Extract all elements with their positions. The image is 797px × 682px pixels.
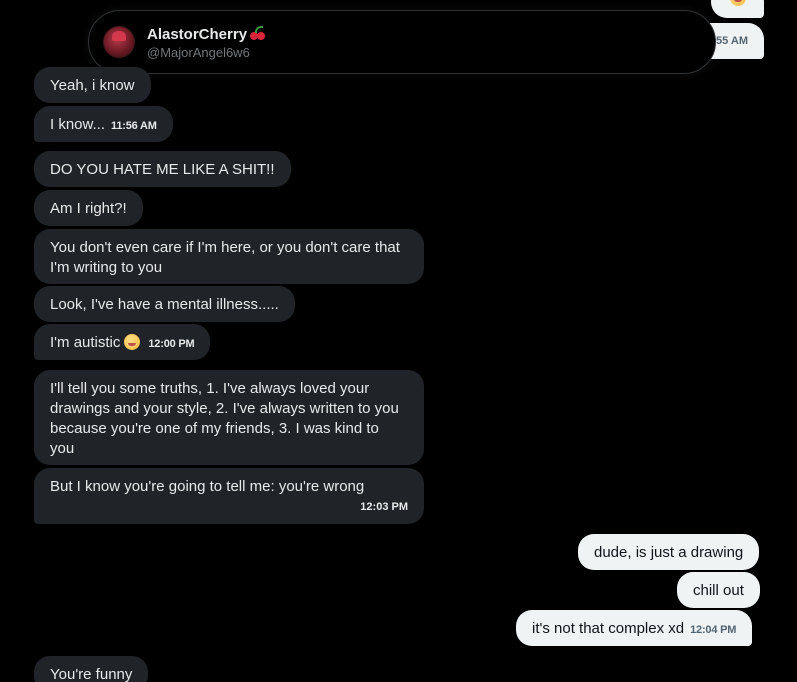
outgoing-message[interactable]: chill out: [677, 572, 760, 608]
profile-hover-card[interactable]: AlastorCherry @MajorAngel6w6: [88, 10, 716, 74]
message-text: Look, I've have a mental illness.....: [50, 296, 279, 313]
incoming-message[interactable]: Look, I've have a mental illness.....: [34, 286, 295, 322]
incoming-message[interactable]: You're funny: [34, 656, 149, 682]
incoming-message[interactable]: Am I right?!: [34, 190, 143, 226]
outgoing-message[interactable]: dude, is just a drawing: [578, 534, 760, 570]
flushed-face-icon: [124, 334, 141, 350]
profile-display-name[interactable]: AlastorCherry: [147, 26, 266, 43]
message-text: Am I right?!: [50, 200, 127, 217]
message-text-line: you: [50, 440, 75, 457]
incoming-message[interactable]: I know... 11:56 AM: [34, 106, 173, 142]
message-text: You're funny: [50, 666, 133, 682]
message-text: DO YOU HATE ME LIKE A SHIT!!: [50, 161, 275, 178]
emoji-icon: [730, 0, 746, 6]
message-text-line: I'll tell you some truths, 1. I've alway…: [50, 380, 370, 397]
incoming-message[interactable]: Yeah, i know: [34, 67, 151, 103]
incoming-message[interactable]: I'll tell you some truths, 1. I've alway…: [34, 370, 424, 465]
avatar[interactable]: [103, 26, 135, 58]
cherry-icon: [250, 26, 266, 40]
incoming-message[interactable]: I'm autistic 12:00 PM: [34, 324, 211, 360]
message-timestamp: 12:00 PM: [148, 338, 195, 350]
message-text: chill out: [693, 582, 744, 599]
message-text: But I know you're going to tell me: you'…: [50, 478, 365, 495]
display-name-text: AlastorCherry: [147, 26, 248, 43]
message-text: it's not that complex xd: [532, 620, 685, 637]
profile-handle: @MajorAngel6w6: [147, 45, 250, 60]
message-timestamp: 12:03 PM: [360, 501, 408, 513]
message-text: Yeah, i know: [50, 77, 135, 94]
outgoing-message[interactable]: it's not that complex xd 12:04 PM: [516, 610, 753, 646]
message-text-line: because you're one of my friends, 3. I w…: [50, 420, 379, 437]
outgoing-message-emoji[interactable]: [711, 0, 764, 18]
message-text-line: drawings and your style, 2. I've always …: [50, 400, 399, 417]
message-text: dude, is just a drawing: [594, 544, 744, 561]
message-text-line: You don't even care if I'm here, or you …: [50, 239, 400, 256]
message-text: I know...: [50, 116, 106, 133]
incoming-message[interactable]: You don't even care if I'm here, or you …: [34, 229, 424, 284]
message-timestamp: 11:56 AM: [111, 120, 157, 132]
message-text: I'm autistic: [50, 334, 121, 351]
incoming-message[interactable]: DO YOU HATE ME LIKE A SHIT!!: [34, 151, 291, 187]
incoming-message[interactable]: But I know you're going to tell me: you'…: [34, 468, 424, 524]
message-timestamp: 12:04 PM: [690, 624, 737, 636]
message-text-line: I'm writing to you: [50, 259, 163, 276]
